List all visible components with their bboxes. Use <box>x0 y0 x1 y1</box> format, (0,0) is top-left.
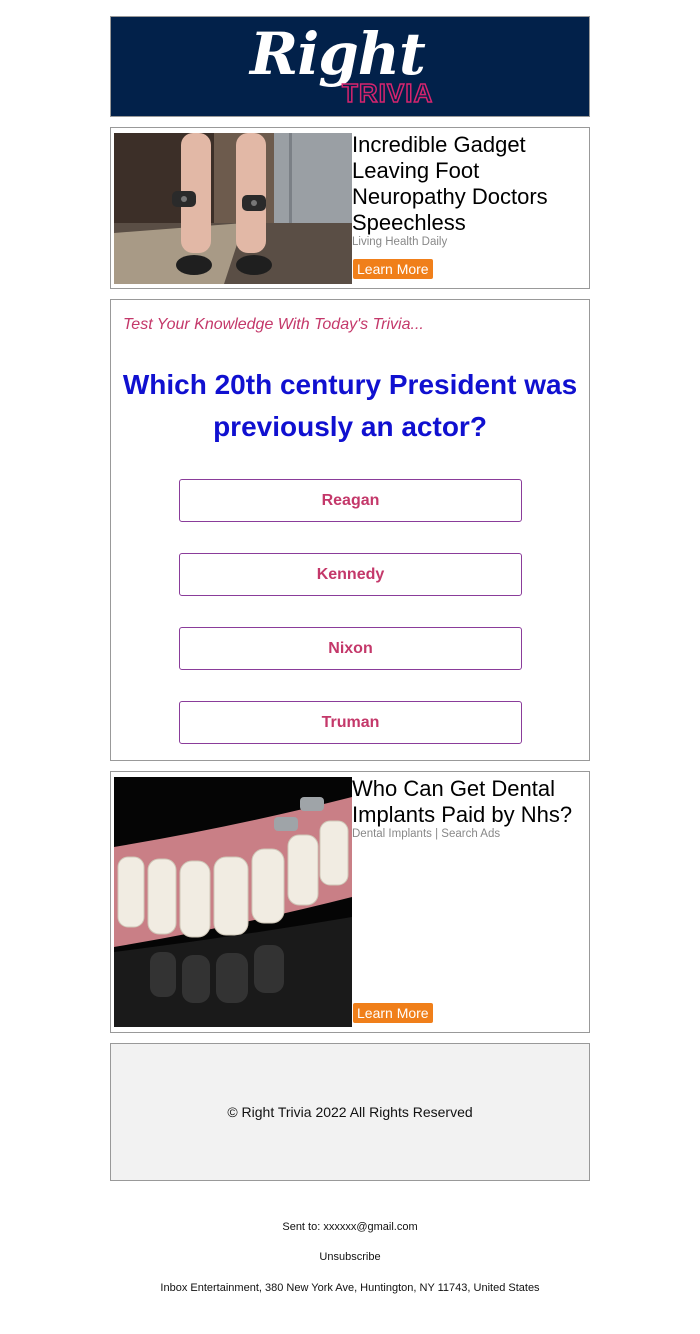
ad-title[interactable]: Incredible Gadget Leaving Foot Neuropath… <box>352 132 585 236</box>
header-banner[interactable]: Right TRIVIA <box>110 16 590 117</box>
trivia-intro: Test Your Knowledge With Today's Trivia.… <box>123 316 424 333</box>
answer-button-truman[interactable]: Truman <box>179 701 522 744</box>
answer-button-kennedy[interactable]: Kennedy <box>179 553 522 596</box>
ad-source: Dental Implants | Search Ads <box>352 828 501 840</box>
company-address: Inbox Entertainment, 380 New York Ave, H… <box>160 1282 540 1294</box>
ad-title[interactable]: Who Can Get Dental Implants Paid by Nhs? <box>352 776 585 828</box>
copyright-box: © Right Trivia 2022 All Rights Reserved <box>110 1043 590 1181</box>
right-trivia-logo[interactable]: Right TRIVIA <box>250 20 450 112</box>
unsubscribe-link[interactable]: Unsubscribe <box>319 1251 380 1263</box>
answer-button-reagan[interactable]: Reagan <box>179 479 522 522</box>
trivia-card: Test Your Knowledge With Today's Trivia.… <box>110 299 590 761</box>
ad-image-dental-implant[interactable] <box>114 777 352 1027</box>
copyright-text: © Right Trivia 2022 All Rights Reserved <box>227 1104 473 1120</box>
sponsored-ad-dental[interactable]: Who Can Get Dental Implants Paid by Nhs?… <box>110 771 590 1033</box>
trivia-question: Which 20th century President was previou… <box>122 369 578 442</box>
ad-image-legs-gadget[interactable] <box>114 133 352 284</box>
logo-word-trivia: TRIVIA <box>341 77 434 109</box>
answer-button-nixon[interactable]: Nixon <box>179 627 522 670</box>
sponsored-ad-neuropathy[interactable]: Incredible Gadget Leaving Foot Neuropath… <box>110 127 590 289</box>
ad-source: Living Health Daily <box>352 236 448 248</box>
sent-to-line: Sent to: xxxxxx@gmail.com <box>282 1221 418 1233</box>
learn-more-button[interactable]: Learn More <box>353 1003 433 1023</box>
learn-more-button[interactable]: Learn More <box>353 259 433 279</box>
